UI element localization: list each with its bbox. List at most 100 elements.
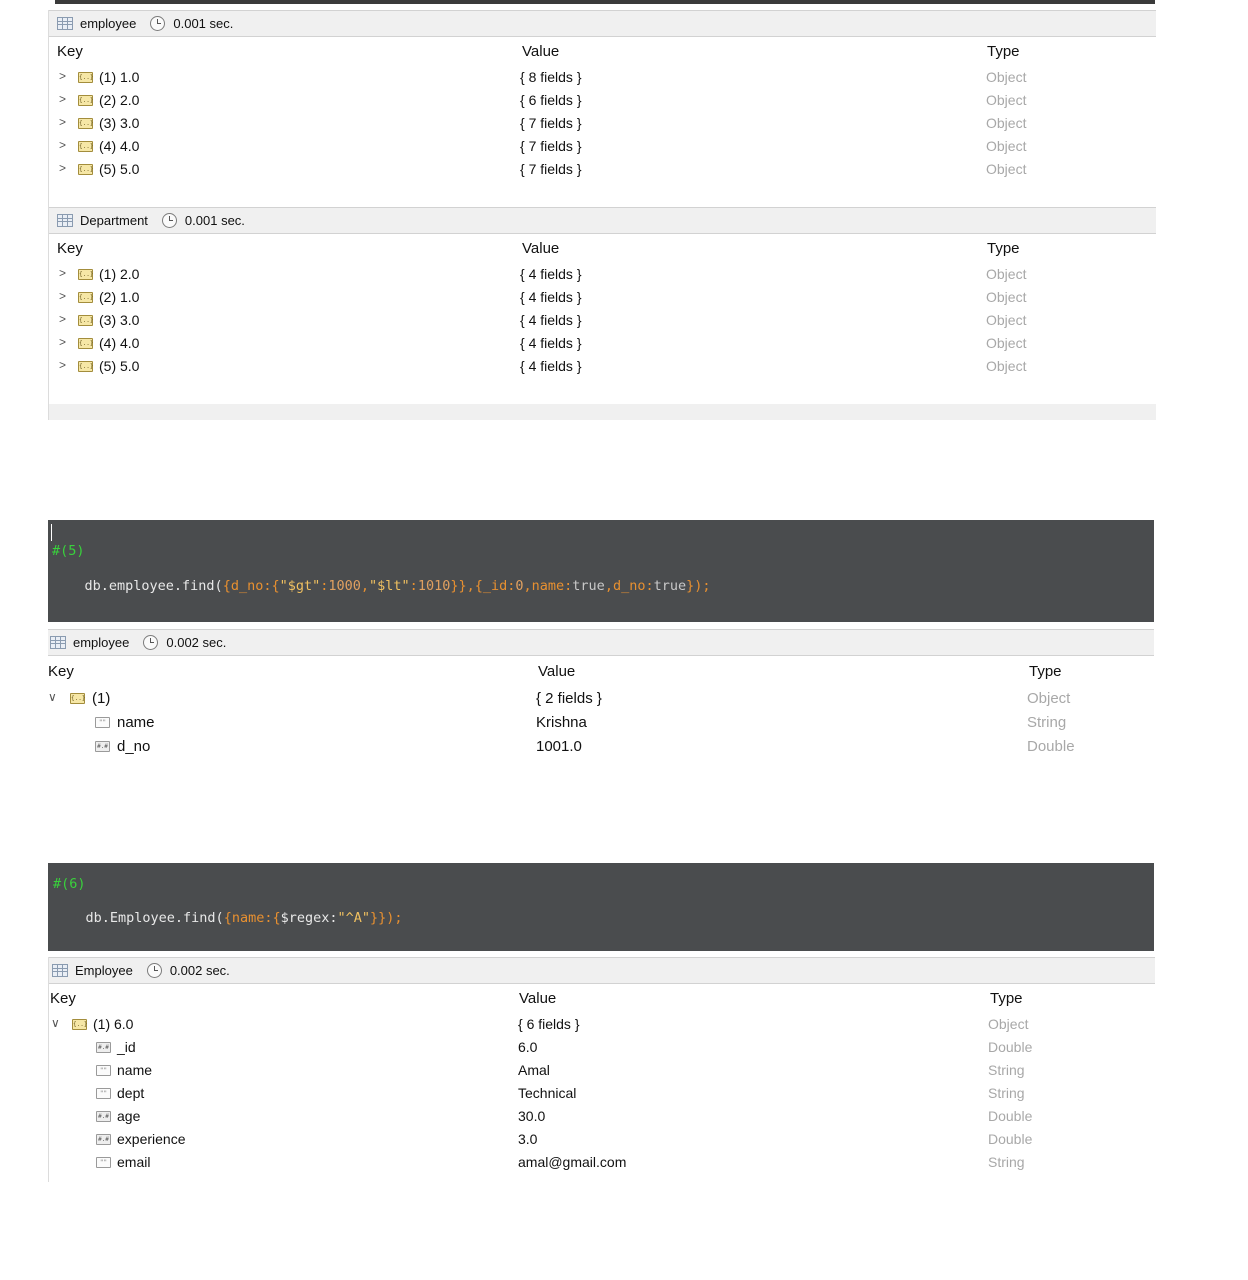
- result-header-bar[interactable]: Employee 0.002 sec.: [49, 957, 1155, 984]
- table-row-root[interactable]: ∨ {..} (1) 6.0 { 6 fields } Object: [49, 1013, 1155, 1036]
- document-icon: {..}: [78, 361, 94, 372]
- chevron-right-icon[interactable]: >: [59, 138, 66, 152]
- collection-name: employee: [73, 635, 130, 650]
- string-field-icon: "": [96, 1088, 111, 1099]
- chevron-right-icon[interactable]: >: [59, 69, 66, 83]
- row-key: email: [117, 1154, 151, 1170]
- string-field-icon: "": [96, 1157, 111, 1168]
- result-panel-department: Department 0.001 sec. Key Value Type > {.…: [48, 207, 1156, 420]
- document-icon: {..}: [78, 338, 94, 349]
- query-time: 0.002 sec.: [169, 963, 230, 978]
- table-row-field[interactable]: #.# experience 3.0 Double: [49, 1128, 1155, 1151]
- row-type: Object: [986, 69, 1027, 85]
- column-header-key[interactable]: Key: [57, 240, 83, 257]
- row-value: 30.0: [518, 1108, 546, 1124]
- chevron-right-icon[interactable]: >: [59, 115, 66, 129]
- column-header-value[interactable]: Value: [522, 43, 559, 60]
- row-value: amal@gmail.com: [518, 1154, 627, 1170]
- column-header-type[interactable]: Type: [990, 990, 1023, 1007]
- table-row[interactable]: > {..} (5) 5.0 { 7 fields } Object: [49, 158, 1156, 181]
- collection-name: Employee: [75, 963, 133, 978]
- clock-icon: [143, 635, 159, 650]
- query-time: 0.001 sec.: [173, 16, 234, 31]
- document-icon: {..}: [78, 118, 94, 129]
- table-row-field[interactable]: #.# _id 6.0 Double: [49, 1036, 1155, 1059]
- column-header-value[interactable]: Value: [519, 990, 556, 1007]
- query-time: 0.002 sec.: [166, 635, 227, 650]
- row-key: (1): [92, 690, 111, 707]
- table-row-field[interactable]: "" name Krishna String: [48, 711, 1154, 734]
- row-type: Object: [986, 335, 1027, 351]
- row-value: Krishna: [536, 714, 587, 731]
- chevron-right-icon[interactable]: >: [59, 161, 66, 175]
- collection-name: employee: [80, 16, 137, 31]
- chevron-right-icon[interactable]: >: [59, 312, 66, 326]
- table-row-field[interactable]: "" name Amal String: [49, 1059, 1155, 1082]
- row-type: Object: [986, 289, 1027, 305]
- row-value: { 4 fields }: [520, 312, 582, 328]
- column-header-key[interactable]: Key: [48, 663, 74, 680]
- table-row-field[interactable]: #.# age 30.0 Double: [49, 1105, 1155, 1128]
- table-row-root[interactable]: ∨ {..} (1) { 2 fields } Object: [48, 687, 1154, 710]
- chevron-right-icon[interactable]: >: [59, 266, 66, 280]
- chevron-right-icon[interactable]: >: [59, 335, 66, 349]
- number-field-icon: #.#: [95, 741, 110, 752]
- table-row[interactable]: > {..} (3) 3.0 { 4 fields } Object: [49, 309, 1156, 332]
- chevron-down-icon[interactable]: ∨: [48, 690, 57, 704]
- row-key: (1) 2.0: [99, 266, 140, 282]
- chevron-down-icon[interactable]: ∨: [51, 1016, 60, 1030]
- column-header-type[interactable]: Type: [987, 240, 1020, 257]
- column-header-type[interactable]: Type: [987, 43, 1020, 60]
- row-key: (2) 1.0: [99, 289, 140, 305]
- row-value: { 6 fields }: [520, 92, 582, 108]
- table-row[interactable]: > {..} (1) 2.0 { 4 fields } Object: [49, 263, 1156, 286]
- table-row[interactable]: > {..} (2) 2.0 { 6 fields } Object: [49, 89, 1156, 112]
- table-row[interactable]: > {..} (3) 3.0 { 7 fields } Object: [49, 112, 1156, 135]
- number-field-icon: #.#: [96, 1042, 111, 1053]
- document-icon: {..}: [78, 269, 94, 280]
- result-header-bar[interactable]: Department 0.001 sec.: [49, 207, 1156, 234]
- row-type: Object: [986, 161, 1027, 177]
- row-value: { 6 fields }: [518, 1016, 580, 1032]
- column-header-value[interactable]: Value: [522, 240, 559, 257]
- row-key: (4) 4.0: [99, 335, 140, 351]
- row-value: { 4 fields }: [520, 266, 582, 282]
- row-value: 3.0: [518, 1131, 538, 1147]
- row-key: (3) 3.0: [99, 312, 140, 328]
- row-type: Double: [988, 1108, 1033, 1124]
- text-cursor: [51, 524, 52, 541]
- table-icon: [57, 17, 73, 30]
- row-type: Double: [988, 1039, 1033, 1055]
- column-header-key[interactable]: Key: [57, 43, 83, 60]
- table-row[interactable]: > {..} (2) 1.0 { 4 fields } Object: [49, 286, 1156, 309]
- chevron-right-icon[interactable]: >: [59, 92, 66, 106]
- query-comment: #(6): [53, 876, 86, 892]
- column-header-type[interactable]: Type: [1029, 663, 1062, 680]
- row-value: { 7 fields }: [520, 138, 582, 154]
- result-header-bar[interactable]: employee 0.001 sec.: [49, 10, 1156, 37]
- query-editor-5[interactable]: #(5) db.employee.find({d_no:{"$gt":1000,…: [48, 520, 1154, 622]
- row-type: Object: [986, 266, 1027, 282]
- document-icon: {..}: [78, 315, 94, 326]
- row-type: Object: [986, 92, 1027, 108]
- table-row[interactable]: > {..} (4) 4.0 { 7 fields } Object: [49, 135, 1156, 158]
- row-type: Object: [986, 358, 1027, 374]
- table-icon: [50, 636, 66, 649]
- table-row-field[interactable]: #.# d_no 1001.0 Double: [48, 735, 1154, 758]
- chevron-right-icon[interactable]: >: [59, 358, 66, 372]
- table-row-field[interactable]: "" dept Technical String: [49, 1082, 1155, 1105]
- clock-icon: [150, 16, 166, 31]
- result-header-bar[interactable]: employee 0.002 sec.: [48, 629, 1154, 656]
- column-header-value[interactable]: Value: [538, 663, 575, 680]
- table-row[interactable]: > {..} (4) 4.0 { 4 fields } Object: [49, 332, 1156, 355]
- chevron-right-icon[interactable]: >: [59, 289, 66, 303]
- row-type: String: [988, 1062, 1025, 1078]
- table-row-field[interactable]: "" email amal@gmail.com String: [49, 1151, 1155, 1174]
- table-row[interactable]: > {..} (5) 5.0 { 4 fields } Object: [49, 355, 1156, 378]
- column-header-key[interactable]: Key: [50, 990, 76, 1007]
- table-row[interactable]: > {..} (1) 1.0 { 8 fields } Object: [49, 66, 1156, 89]
- document-icon: {..}: [78, 164, 94, 175]
- row-value: { 4 fields }: [520, 358, 582, 374]
- document-icon: {..}: [78, 72, 94, 83]
- query-editor-6[interactable]: #(6) db.Employee.find({name:{$regex:"^A"…: [48, 863, 1154, 951]
